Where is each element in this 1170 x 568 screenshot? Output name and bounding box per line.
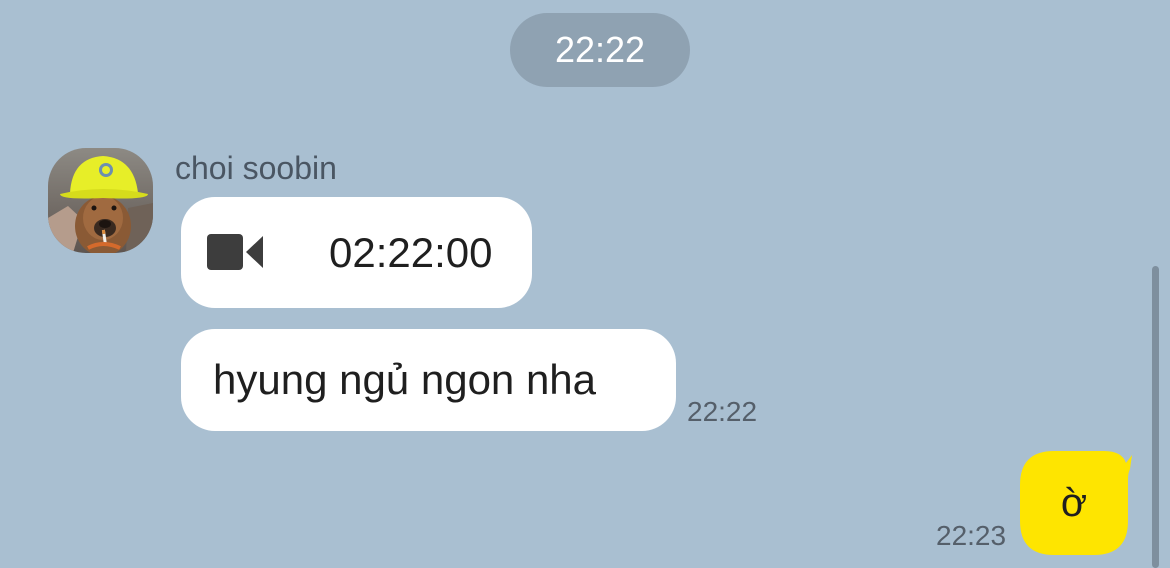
- call-duration: 02:22:00: [329, 229, 493, 276]
- message-timestamp: 22:22: [687, 396, 758, 427]
- scrollbar[interactable]: [1152, 266, 1159, 568]
- text-message[interactable]: hyung ngủ ngon nha: [181, 329, 676, 431]
- my-message[interactable]: ờ: [1020, 451, 1138, 555]
- date-separator: 22:22: [510, 13, 690, 87]
- video-camera-icon: [207, 234, 265, 270]
- message-text: hyung ngủ ngon nha: [213, 356, 597, 403]
- avatar-image: [48, 148, 153, 253]
- sender-avatar[interactable]: [48, 148, 153, 253]
- sender-name[interactable]: choi soobin: [175, 150, 337, 187]
- my-message-text: ờ: [1060, 480, 1088, 525]
- video-call-message[interactable]: 02:22:00: [181, 197, 532, 308]
- my-message-timestamp: 22:23: [936, 520, 1007, 551]
